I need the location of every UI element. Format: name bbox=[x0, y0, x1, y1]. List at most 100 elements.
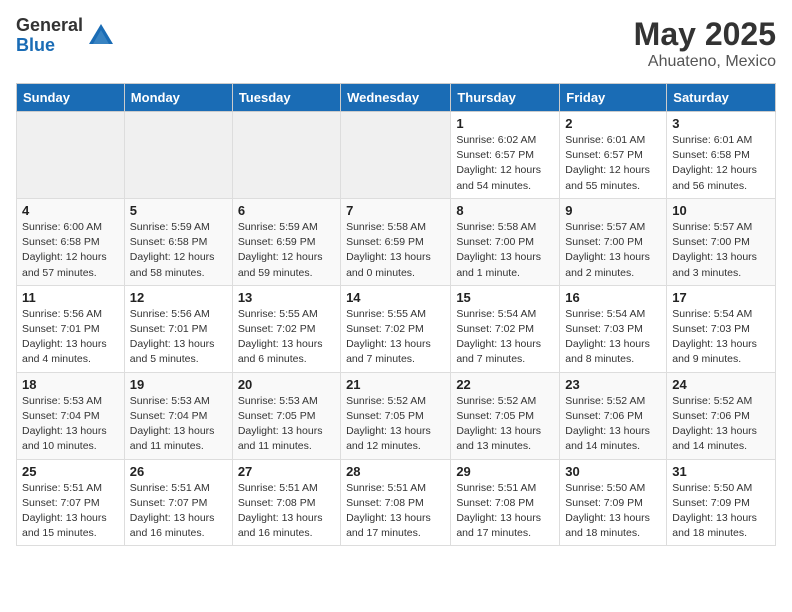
calendar-cell: 4 Sunrise: 6:00 AM Sunset: 6:58 PM Daylig… bbox=[17, 198, 125, 285]
calendar-cell: 23 Sunrise: 5:52 AM Sunset: 7:06 PM Dayli… bbox=[560, 372, 667, 459]
calendar-cell: 26 Sunrise: 5:51 AM Sunset: 7:07 PM Dayli… bbox=[124, 459, 232, 546]
week-row-1: 1 Sunrise: 6:02 AM Sunset: 6:57 PM Daylig… bbox=[17, 112, 776, 199]
calendar-cell: 19 Sunrise: 5:53 AM Sunset: 7:04 PM Dayli… bbox=[124, 372, 232, 459]
calendar-cell: 17 Sunrise: 5:54 AM Sunset: 7:03 PM Dayli… bbox=[667, 285, 776, 372]
day-detail: Sunrise: 6:00 AM Sunset: 6:58 PM Dayligh… bbox=[22, 220, 119, 281]
day-number: 22 bbox=[456, 377, 554, 392]
calendar-cell: 8Sunrise: 5:58 AM Sunset: 7:00 PM Daylig… bbox=[451, 198, 560, 285]
logo-blue: Blue bbox=[16, 36, 83, 56]
calendar-cell: 7 Sunrise: 5:58 AM Sunset: 6:59 PM Daylig… bbox=[341, 198, 451, 285]
calendar-cell: 6 Sunrise: 5:59 AM Sunset: 6:59 PM Daylig… bbox=[232, 198, 340, 285]
weekday-header-wednesday: Wednesday bbox=[341, 84, 451, 112]
day-detail: Sunrise: 5:51 AM Sunset: 7:07 PM Dayligh… bbox=[22, 481, 119, 542]
day-number: 31 bbox=[672, 464, 770, 479]
calendar-cell: 13 Sunrise: 5:55 AM Sunset: 7:02 PM Dayli… bbox=[232, 285, 340, 372]
day-detail: Sunrise: 5:52 AM Sunset: 7:05 PM Dayligh… bbox=[346, 394, 445, 455]
calendar-cell: 28Sunrise: 5:51 AM Sunset: 7:08 PM Dayli… bbox=[341, 459, 451, 546]
calendar-table: SundayMondayTuesdayWednesdayThursdayFrid… bbox=[16, 83, 776, 546]
day-number: 21 bbox=[346, 377, 445, 392]
day-number: 6 bbox=[238, 203, 335, 218]
calendar-cell: 31 Sunrise: 5:50 AM Sunset: 7:09 PM Dayli… bbox=[667, 459, 776, 546]
calendar-cell bbox=[17, 112, 125, 199]
day-number: 4 bbox=[22, 203, 119, 218]
calendar-cell: 20 Sunrise: 5:53 AM Sunset: 7:05 PM Dayli… bbox=[232, 372, 340, 459]
day-number: 23 bbox=[565, 377, 661, 392]
calendar-cell: 15Sunrise: 5:54 AM Sunset: 7:02 PM Dayli… bbox=[451, 285, 560, 372]
day-number: 10 bbox=[672, 203, 770, 218]
day-number: 13 bbox=[238, 290, 335, 305]
day-detail: Sunrise: 6:01 AM Sunset: 6:57 PM Dayligh… bbox=[565, 133, 661, 194]
day-detail: Sunrise: 5:52 AM Sunset: 7:06 PM Dayligh… bbox=[565, 394, 661, 455]
calendar-cell: 11 Sunrise: 5:56 AM Sunset: 7:01 PM Dayli… bbox=[17, 285, 125, 372]
day-number: 2 bbox=[565, 116, 661, 131]
title-block: May 2025 Ahuateno, Mexico bbox=[634, 16, 776, 71]
week-row-3: 11 Sunrise: 5:56 AM Sunset: 7:01 PM Dayli… bbox=[17, 285, 776, 372]
day-detail: Sunrise: 5:51 AM Sunset: 7:08 PM Dayligh… bbox=[238, 481, 335, 542]
day-detail: Sunrise: 5:57 AM Sunset: 7:00 PM Dayligh… bbox=[565, 220, 661, 281]
day-number: 19 bbox=[130, 377, 227, 392]
calendar-cell: 24Sunrise: 5:52 AM Sunset: 7:06 PM Dayli… bbox=[667, 372, 776, 459]
day-number: 14 bbox=[346, 290, 445, 305]
day-detail: Sunrise: 6:02 AM Sunset: 6:57 PM Dayligh… bbox=[456, 133, 554, 194]
day-number: 17 bbox=[672, 290, 770, 305]
logo-icon bbox=[87, 22, 115, 50]
weekday-header-monday: Monday bbox=[124, 84, 232, 112]
day-number: 30 bbox=[565, 464, 661, 479]
day-detail: Sunrise: 5:59 AM Sunset: 6:58 PM Dayligh… bbox=[130, 220, 227, 281]
week-row-5: 25 Sunrise: 5:51 AM Sunset: 7:07 PM Dayli… bbox=[17, 459, 776, 546]
subtitle: Ahuateno, Mexico bbox=[634, 53, 776, 71]
day-number: 26 bbox=[130, 464, 227, 479]
calendar-cell: 12Sunrise: 5:56 AM Sunset: 7:01 PM Dayli… bbox=[124, 285, 232, 372]
calendar-cell: 3Sunrise: 6:01 AM Sunset: 6:58 PM Daylig… bbox=[667, 112, 776, 199]
day-number: 20 bbox=[238, 377, 335, 392]
day-detail: Sunrise: 5:55 AM Sunset: 7:02 PM Dayligh… bbox=[346, 307, 445, 368]
calendar-cell bbox=[341, 112, 451, 199]
day-detail: Sunrise: 5:54 AM Sunset: 7:02 PM Dayligh… bbox=[456, 307, 554, 368]
calendar-cell: 1 Sunrise: 6:02 AM Sunset: 6:57 PM Daylig… bbox=[451, 112, 560, 199]
calendar-cell: 2 Sunrise: 6:01 AM Sunset: 6:57 PM Daylig… bbox=[560, 112, 667, 199]
day-number: 16 bbox=[565, 290, 661, 305]
day-detail: Sunrise: 5:50 AM Sunset: 7:09 PM Dayligh… bbox=[672, 481, 770, 542]
weekday-header-row: SundayMondayTuesdayWednesdayThursdayFrid… bbox=[17, 84, 776, 112]
calendar-cell: 22Sunrise: 5:52 AM Sunset: 7:05 PM Dayli… bbox=[451, 372, 560, 459]
day-number: 24 bbox=[672, 377, 770, 392]
logo-general: General bbox=[16, 16, 83, 36]
day-detail: Sunrise: 5:58 AM Sunset: 7:00 PM Dayligh… bbox=[456, 220, 554, 281]
day-detail: Sunrise: 5:53 AM Sunset: 7:05 PM Dayligh… bbox=[238, 394, 335, 455]
logo: General Blue bbox=[16, 16, 115, 56]
day-detail: Sunrise: 6:01 AM Sunset: 6:58 PM Dayligh… bbox=[672, 133, 770, 194]
day-number: 25 bbox=[22, 464, 119, 479]
calendar-cell: 21 Sunrise: 5:52 AM Sunset: 7:05 PM Dayli… bbox=[341, 372, 451, 459]
day-detail: Sunrise: 5:54 AM Sunset: 7:03 PM Dayligh… bbox=[672, 307, 770, 368]
calendar-cell: 14 Sunrise: 5:55 AM Sunset: 7:02 PM Dayli… bbox=[341, 285, 451, 372]
day-number: 11 bbox=[22, 290, 119, 305]
day-detail: Sunrise: 5:59 AM Sunset: 6:59 PM Dayligh… bbox=[238, 220, 335, 281]
day-number: 18 bbox=[22, 377, 119, 392]
day-number: 27 bbox=[238, 464, 335, 479]
day-detail: Sunrise: 5:55 AM Sunset: 7:02 PM Dayligh… bbox=[238, 307, 335, 368]
day-detail: Sunrise: 5:51 AM Sunset: 7:07 PM Dayligh… bbox=[130, 481, 227, 542]
calendar-cell: 25 Sunrise: 5:51 AM Sunset: 7:07 PM Dayli… bbox=[17, 459, 125, 546]
calendar-cell: 16 Sunrise: 5:54 AM Sunset: 7:03 PM Dayli… bbox=[560, 285, 667, 372]
day-number: 1 bbox=[456, 116, 554, 131]
page-header: General Blue May 2025 Ahuateno, Mexico bbox=[16, 16, 776, 71]
day-detail: Sunrise: 5:56 AM Sunset: 7:01 PM Dayligh… bbox=[22, 307, 119, 368]
weekday-header-sunday: Sunday bbox=[17, 84, 125, 112]
day-detail: Sunrise: 5:53 AM Sunset: 7:04 PM Dayligh… bbox=[22, 394, 119, 455]
main-title: May 2025 bbox=[634, 16, 776, 53]
day-detail: Sunrise: 5:51 AM Sunset: 7:08 PM Dayligh… bbox=[456, 481, 554, 542]
day-number: 12 bbox=[130, 290, 227, 305]
day-number: 28 bbox=[346, 464, 445, 479]
day-detail: Sunrise: 5:54 AM Sunset: 7:03 PM Dayligh… bbox=[565, 307, 661, 368]
day-detail: Sunrise: 5:50 AM Sunset: 7:09 PM Dayligh… bbox=[565, 481, 661, 542]
day-number: 9 bbox=[565, 203, 661, 218]
day-detail: Sunrise: 5:58 AM Sunset: 6:59 PM Dayligh… bbox=[346, 220, 445, 281]
day-number: 5 bbox=[130, 203, 227, 218]
calendar-cell: 5 Sunrise: 5:59 AM Sunset: 6:58 PM Daylig… bbox=[124, 198, 232, 285]
day-detail: Sunrise: 5:53 AM Sunset: 7:04 PM Dayligh… bbox=[130, 394, 227, 455]
weekday-header-thursday: Thursday bbox=[451, 84, 560, 112]
week-row-4: 18 Sunrise: 5:53 AM Sunset: 7:04 PM Dayli… bbox=[17, 372, 776, 459]
calendar-cell bbox=[232, 112, 340, 199]
day-number: 7 bbox=[346, 203, 445, 218]
calendar-cell: 10Sunrise: 5:57 AM Sunset: 7:00 PM Dayli… bbox=[667, 198, 776, 285]
